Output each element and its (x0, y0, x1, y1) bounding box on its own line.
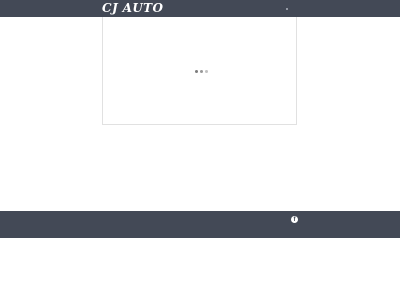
facebook-icon[interactable]: f (291, 216, 298, 223)
loading-indicator (195, 70, 208, 73)
site-header: CJ AUTO (0, 0, 400, 17)
site-logo[interactable]: CJ AUTO (102, 1, 163, 16)
loading-dot (205, 70, 208, 73)
loading-dot (200, 70, 203, 73)
loading-dot (195, 70, 198, 73)
site-footer (0, 211, 400, 238)
menu-toggle-icon[interactable] (286, 8, 288, 10)
image-slider[interactable] (102, 17, 297, 125)
